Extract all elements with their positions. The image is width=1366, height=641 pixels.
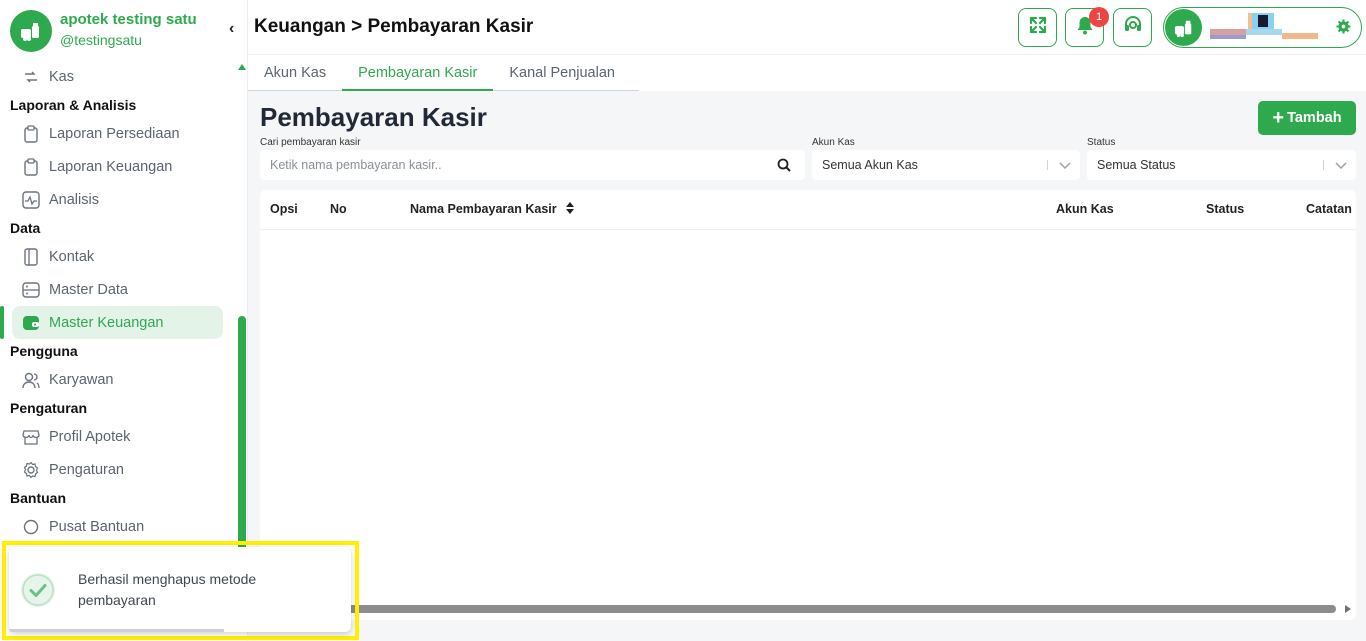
expand-icon — [1029, 16, 1047, 39]
success-toast[interactable]: Berhasil menghapus metode pembayaran — [9, 547, 351, 632]
add-button-label: Tambah — [1287, 110, 1342, 126]
column-header-no: No — [330, 202, 347, 216]
chevron-left-icon[interactable]: ‹ — [229, 20, 234, 38]
tab-bar-spacer — [639, 56, 1366, 91]
profile-menu[interactable] — [1163, 7, 1362, 48]
brand: apotek testing satu @testingsatu — [10, 10, 197, 52]
account-select-value: Semua Akun Kas — [822, 158, 918, 172]
sidebar-item-label: Analisis — [49, 191, 99, 208]
horizontal-scrollbar[interactable] — [348, 605, 1336, 613]
column-header-label: Nama Pembayaran Kasir — [410, 202, 557, 216]
chevron-down-icon — [1334, 160, 1348, 174]
search-icon[interactable] — [777, 158, 791, 175]
headset-icon — [1123, 15, 1143, 40]
server-icon — [21, 280, 41, 300]
fullscreen-button[interactable] — [1018, 8, 1057, 47]
status-label: Status — [1087, 137, 1116, 148]
table-header: Opsi No Nama Pembayaran Kasir Akun Kas S… — [260, 190, 1356, 230]
tab-kanal-penjualan[interactable]: Kanal Penjualan — [493, 56, 631, 91]
cash-flow-icon — [21, 67, 41, 87]
sort-icon[interactable] — [566, 202, 575, 217]
section-title: Pengguna — [10, 343, 78, 359]
column-header-opsi: Opsi — [270, 202, 298, 216]
toast-progress-bar — [9, 629, 224, 632]
select-separator — [1323, 160, 1324, 170]
section-title: Pengaturan — [10, 400, 88, 416]
check-circle-icon — [21, 573, 55, 607]
status-select[interactable]: Semua Status — [1087, 150, 1356, 180]
notification-button[interactable]: 1 — [1065, 7, 1109, 47]
column-header-akun-kas: Akun Kas — [1056, 202, 1114, 216]
notification-badge: 1 — [1089, 7, 1109, 27]
page-title: Pembayaran Kasir — [260, 102, 487, 132]
sidebar-item-label: Master Data — [49, 281, 128, 298]
sidebar-item-pengaturan[interactable]: Pengaturan — [12, 453, 223, 486]
chevron-down-icon — [1058, 160, 1072, 174]
sidebar-item-kas[interactable]: Kas — [12, 60, 223, 93]
clipboard-icon — [21, 124, 41, 144]
column-header-catatan: Catatan — [1306, 202, 1352, 216]
tab-akun-kas[interactable]: Akun Kas — [248, 56, 342, 91]
scroll-right-arrow[interactable] — [1345, 605, 1351, 613]
column-header-status: Status — [1206, 202, 1245, 216]
sidebar-item-laporan-persediaan[interactable]: Laporan Persediaan — [12, 117, 223, 150]
main-content: Akun Kas Pembayaran Kasir Kanal Penjuala… — [248, 56, 1366, 641]
add-button[interactable]: + Tambah — [1258, 101, 1356, 135]
sidebar-item-label: Laporan Persediaan — [49, 125, 180, 142]
section-title: Data — [10, 220, 41, 236]
toast-message: Berhasil menghapus metode pembayaran — [78, 571, 257, 608]
status-select-value: Semua Status — [1097, 158, 1176, 172]
search-input[interactable]: Ketik nama pembayaran kasir.. — [260, 150, 805, 180]
sidebar-item-label: Karyawan — [49, 371, 114, 388]
sidebar-item-label: Profil Apotek — [49, 428, 131, 445]
brand-name: apotek testing satu — [60, 11, 197, 28]
activity-icon — [21, 190, 41, 210]
active-indicator — [0, 306, 4, 339]
pharmacy-logo-icon — [10, 10, 52, 52]
tab-bar: Akun Kas Pembayaran Kasir Kanal Penjuala… — [248, 56, 639, 91]
account-select[interactable]: Semua Akun Kas — [812, 150, 1080, 180]
account-label: Akun Kas — [812, 137, 855, 148]
select-separator — [1047, 160, 1048, 170]
sidebar-item-label: Kontak — [49, 248, 95, 265]
sidebar-item-pusat-bantuan[interactable]: Pusat Bantuan — [12, 510, 223, 543]
column-header-nama[interactable]: Nama Pembayaran Kasir — [410, 202, 575, 217]
search-label: Cari pembayaran kasir — [260, 137, 361, 148]
gear-icon[interactable] — [1336, 19, 1351, 39]
support-button[interactable] — [1113, 8, 1152, 47]
sidebar-item-master-data[interactable]: Master Data — [12, 273, 223, 306]
sidebar-item-master-keuangan[interactable]: Master Keuangan — [0, 306, 223, 339]
sidebar-item-label: Pusat Bantuan — [49, 518, 145, 535]
sidebar-item-label: Pengaturan — [49, 461, 124, 478]
scroll-up-arrow[interactable] — [238, 64, 246, 70]
tab-pembayaran-kasir[interactable]: Pembayaran Kasir — [342, 56, 494, 91]
sidebar-item-label: Master Keuangan — [49, 314, 164, 331]
sidebar-item-laporan-keuangan[interactable]: Laporan Keuangan — [12, 150, 223, 183]
search-placeholder: Ketik nama pembayaran kasir.. — [270, 158, 442, 172]
wallet-icon — [21, 313, 41, 333]
gear-icon — [21, 460, 41, 480]
sidebar-item-label: Kas — [49, 68, 74, 85]
sidebar-item-kontak[interactable]: Kontak — [12, 240, 223, 273]
breadcrumb: Keuangan > Pembayaran Kasir — [254, 16, 534, 37]
section-title: Laporan & Analisis — [10, 97, 137, 113]
plus-icon: + — [1272, 107, 1285, 129]
sidebar-item-karyawan[interactable]: Karyawan — [12, 363, 223, 396]
avatar — [1165, 9, 1202, 46]
top-header: Keuangan > Pembayaran Kasir 1 — [248, 0, 1366, 55]
sidebar-item-analisis[interactable]: Analisis — [12, 183, 223, 216]
sidebar-nav: Kas Laporan & Analisis Laporan Persediaa… — [0, 60, 236, 543]
users-icon — [21, 370, 41, 390]
sidebar-item-profil-apotek[interactable]: Profil Apotek — [12, 420, 223, 453]
clipboard-icon — [21, 157, 41, 177]
section-title: Bantuan — [10, 490, 66, 506]
payment-table: Opsi No Nama Pembayaran Kasir Akun Kas S… — [260, 190, 1356, 620]
contact-book-icon — [21, 247, 41, 267]
sidebar-scrollbar-thumb[interactable] — [238, 316, 246, 552]
profile-image-placeholder — [1210, 13, 1318, 39]
sidebar-item-label: Laporan Keuangan — [49, 158, 173, 175]
help-icon — [21, 517, 41, 537]
brand-handle: @testingsatu — [60, 32, 142, 48]
store-icon — [21, 427, 41, 447]
